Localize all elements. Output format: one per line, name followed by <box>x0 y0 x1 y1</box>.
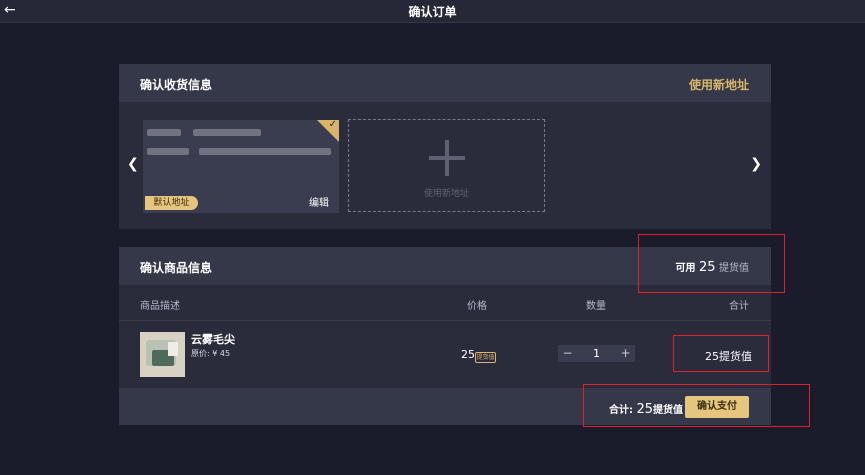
column-desc: 商品描述 <box>140 301 180 312</box>
add-address-label: 使用新地址 <box>423 189 469 199</box>
blurred-phone <box>193 129 261 136</box>
column-price: 价格 <box>467 301 487 312</box>
column-qty: 数量 <box>586 301 606 312</box>
highlight-pay-area <box>583 384 810 427</box>
add-address-card[interactable]: 使用新地址 <box>348 119 545 212</box>
product-original-price: 原价: ¥ 45 <box>191 349 231 358</box>
product-section-title: 确认商品信息 <box>140 261 213 275</box>
edit-address-link[interactable]: 编辑 <box>309 194 329 209</box>
blurred-name <box>147 129 181 136</box>
blurred-address-detail <box>199 148 331 155</box>
carousel-next-icon[interactable]: ❯ <box>750 156 762 172</box>
use-new-address-link[interactable]: 使用新地址 <box>689 76 749 93</box>
default-address-badge: 默认地址 <box>145 196 198 210</box>
address-section-title: 确认收货信息 <box>140 78 213 92</box>
product-name: 云雾毛尖 <box>191 333 235 346</box>
address-card[interactable]: ✓ 默认地址 编辑 <box>143 119 339 213</box>
highlight-available <box>638 234 785 293</box>
top-bar: ← 确认订单 <box>0 0 865 23</box>
column-total: 合计 <box>729 301 749 312</box>
quantity-minus-button[interactable]: − <box>558 345 577 362</box>
quantity-stepper: − 1 + <box>558 345 635 362</box>
product-thumbnail <box>140 332 185 377</box>
carousel-prev-icon[interactable]: ❮ <box>127 156 139 172</box>
price-unit-tag: 提货值 <box>475 352 496 363</box>
quantity-value[interactable]: 1 <box>577 347 616 360</box>
product-price: 25 <box>461 348 475 361</box>
blurred-address <box>147 148 189 155</box>
header-divider <box>119 320 771 321</box>
address-panel: 确认收货信息 使用新地址 ❮ ❯ ✓ 默认地址 编辑 使用新地址 <box>119 64 771 229</box>
quantity-plus-button[interactable]: + <box>616 345 635 362</box>
checkmark-icon: ✓ <box>328 119 337 130</box>
highlight-row-total <box>673 335 769 372</box>
address-panel-header: 确认收货信息 使用新地址 <box>119 64 771 102</box>
page-title: 确认订单 <box>408 5 457 19</box>
